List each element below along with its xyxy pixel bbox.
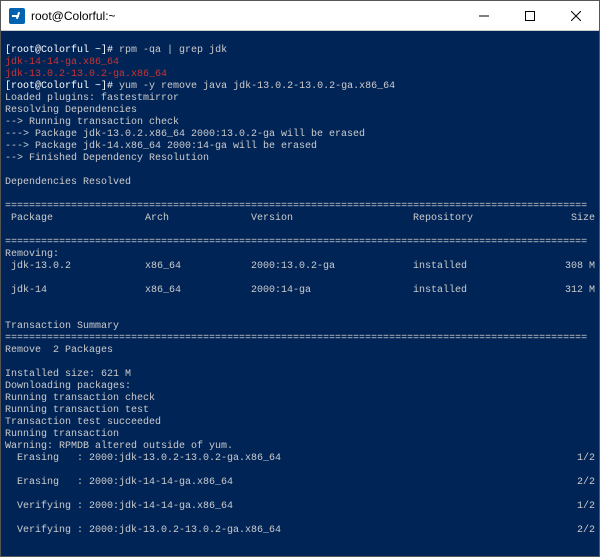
titlebar: root@Colorful:~ [1,1,599,31]
close-button[interactable] [553,1,599,30]
rpm-output-2: jdk-13.0.2-13.0.2-ga.x86_64 [5,69,167,80]
titlebar-left: root@Colorful:~ [1,8,116,24]
post-line: Running transaction check [5,393,155,404]
op-row: Verifying: 2000:jdk-14-14-ga.x86_641/2 [5,501,595,513]
window-title: root@Colorful:~ [31,9,116,23]
yum-line: ---> Package jdk-14.x86_64 2000:14-ga wi… [5,141,317,152]
post-line: Warning: RPMDB altered outside of yum. [5,441,233,452]
minimize-button[interactable] [461,1,507,30]
separator: ========================================… [5,333,587,344]
terminal-output[interactable]: [root@Colorful ~]# rpm -qa | grep jdk jd… [1,31,599,556]
command-1: rpm -qa | grep jdk [119,45,227,56]
removing-label: Removing: [5,249,59,260]
col-version: Version [251,213,413,225]
post-line: Downloading packages: [5,381,131,392]
prompt: [root@Colorful ~]# [5,81,113,92]
tx-summary: Transaction Summary [5,321,119,332]
terminal-window: root@Colorful:~ [root@Colorful ~]# rpm -… [0,0,600,557]
yum-line: --> Finished Dependency Resolution [5,153,209,164]
command-2: yum -y remove java jdk-13.0.2-13.0.2-ga.… [119,81,395,92]
separator: ========================================… [5,201,587,212]
post-line: Running transaction [5,429,119,440]
post-line: Transaction test succeeded [5,417,161,428]
yum-line: --> Running transaction check [5,117,179,128]
window-controls [461,1,599,30]
yum-line: Dependencies Resolved [5,177,131,188]
op-row: Erasing: 2000:jdk-13.0.2-13.0.2-ga.x86_6… [5,453,595,465]
table-header: PackageArchVersionRepositorySize [5,213,595,225]
rpm-output-1: jdk-14-14-ga.x86_64 [5,57,119,68]
table-row: jdk-13.0.2x86_642000:13.0.2-gainstalled3… [5,261,595,273]
op-row: Verifying: 2000:jdk-13.0.2-13.0.2-ga.x86… [5,525,595,537]
yum-line: Loaded plugins: fastestmirror [5,93,179,104]
yum-line: ---> Package jdk-13.0.2.x86_64 2000:13.0… [5,129,365,140]
op-row: Erasing: 2000:jdk-14-14-ga.x86_642/2 [5,477,595,489]
post-line: Installed size: 621 M [5,369,131,380]
col-arch: Arch [145,213,251,225]
tx-remove: Remove 2 Packages [5,345,113,356]
col-repo: Repository [413,213,541,225]
powershell-icon [9,8,25,24]
prompt: [root@Colorful ~]# [5,45,113,56]
yum-line: Resolving Dependencies [5,105,137,116]
col-package: Package [5,213,145,225]
separator: ========================================… [5,237,587,248]
table-row: jdk-14x86_642000:14-gainstalled312 M [5,285,595,297]
col-size: Size [541,213,595,225]
maximize-button[interactable] [507,1,553,30]
post-line: Running transaction test [5,405,149,416]
